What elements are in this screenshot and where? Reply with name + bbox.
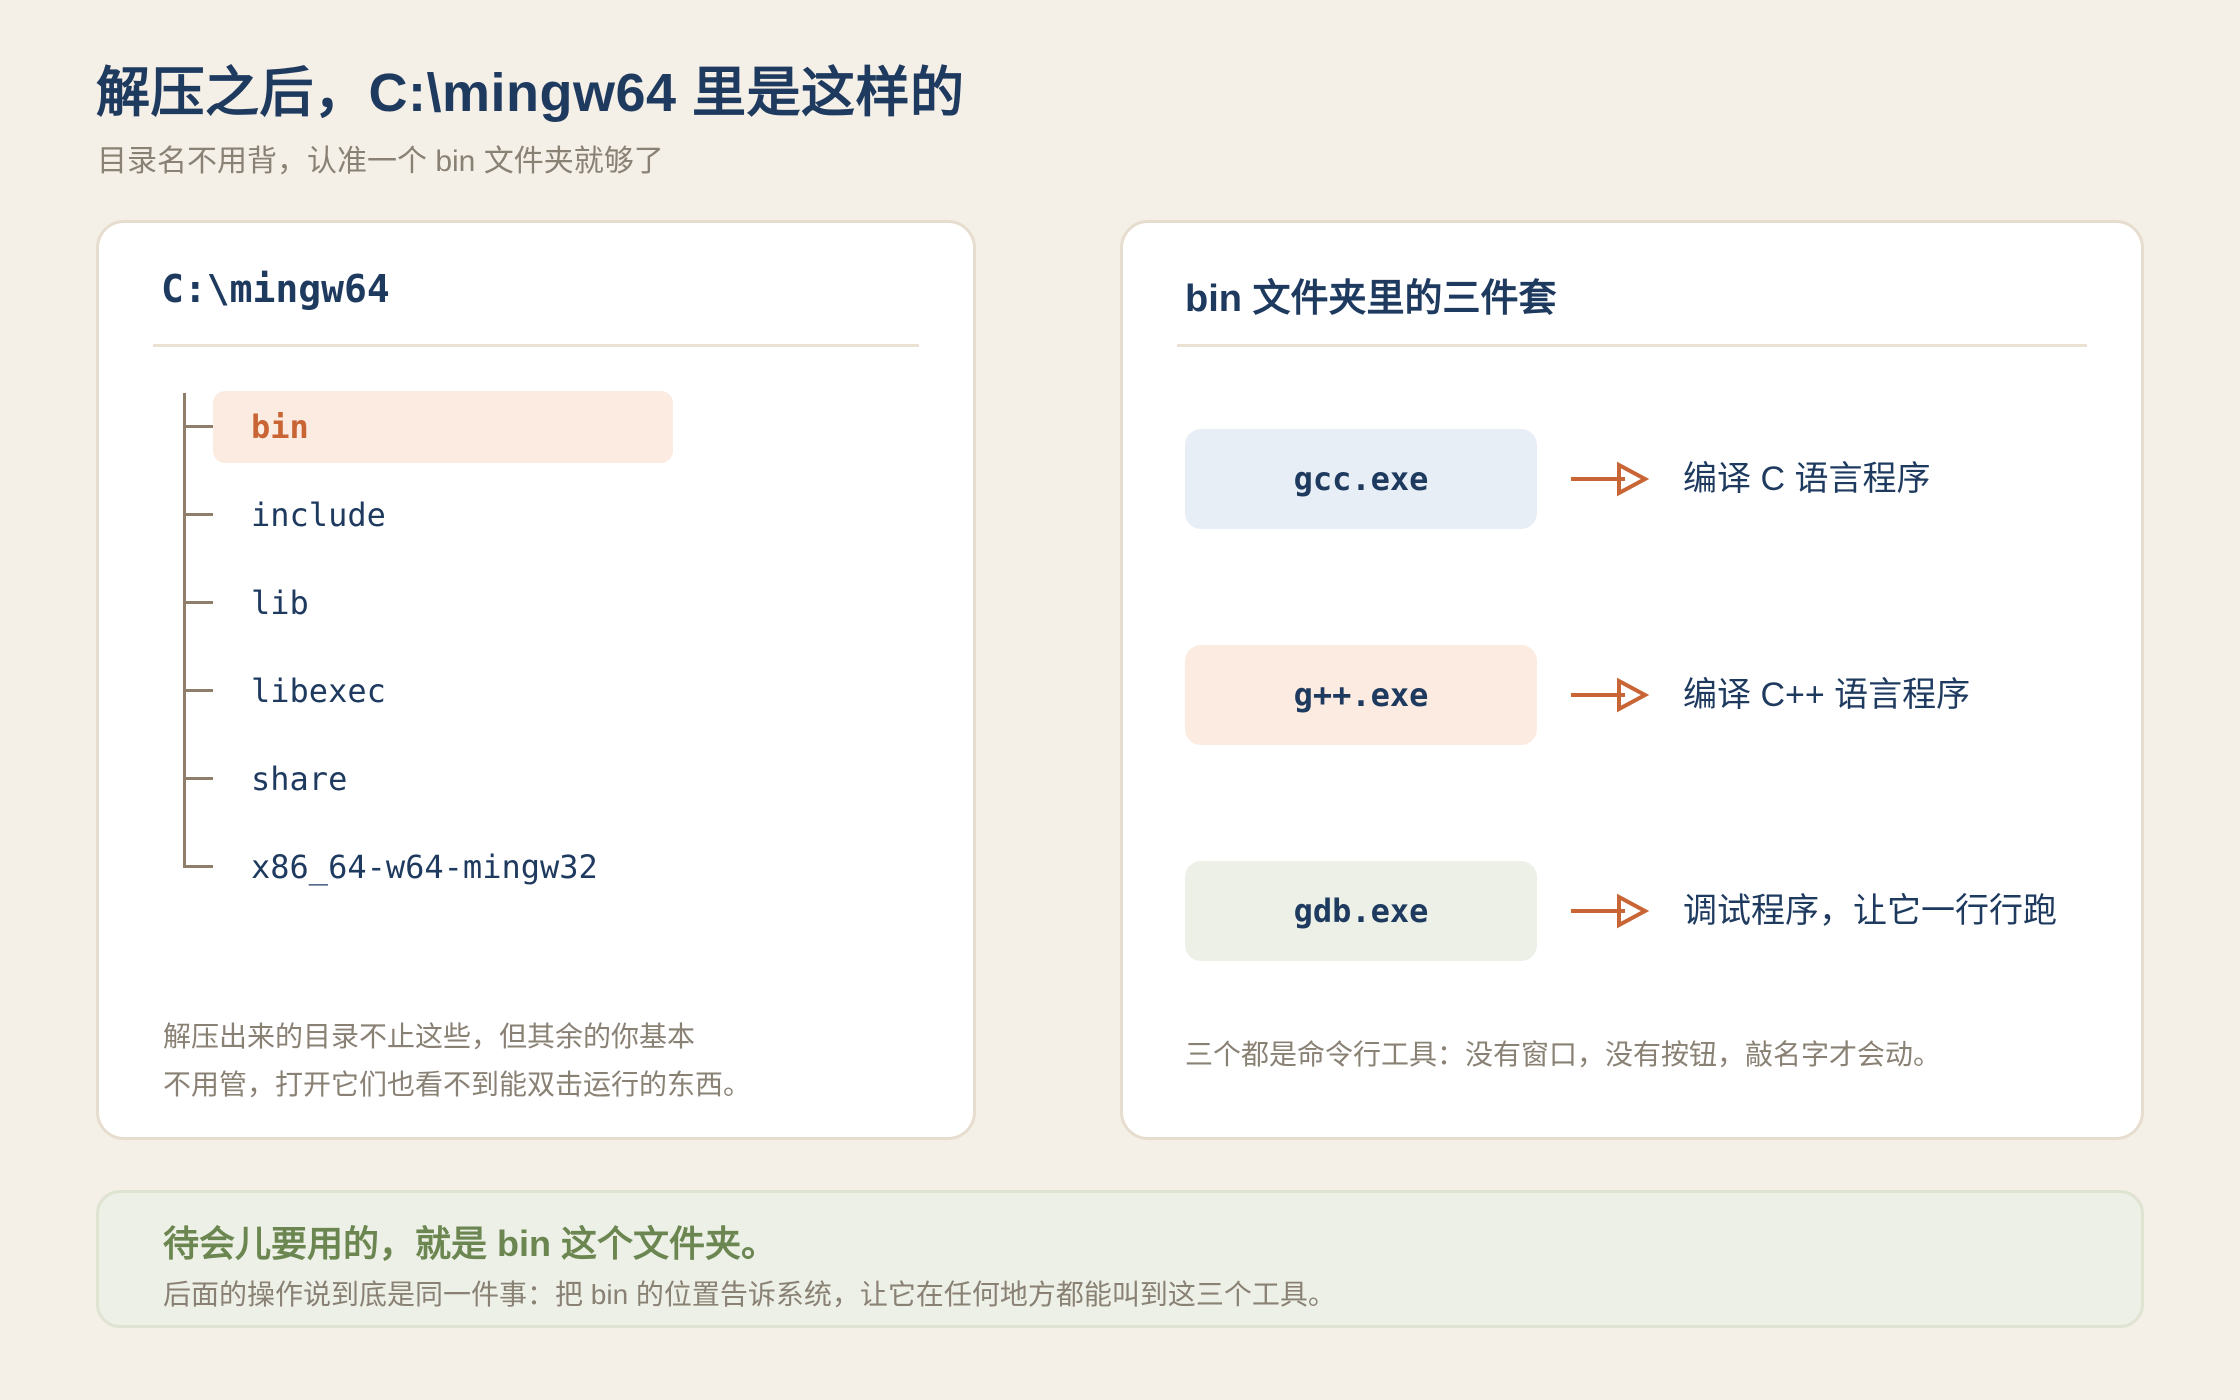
tree-item-lib[interactable]: lib	[183, 567, 683, 639]
note-line: 解压出来的目录不止这些，但其余的你基本	[163, 1021, 696, 1052]
page-title: 解压之后，C:\mingw64 里是这样的	[96, 63, 965, 123]
tree-branch-line	[183, 601, 213, 604]
folder-label: bin	[251, 408, 309, 446]
arrow-right-icon	[1571, 461, 1649, 497]
tool-row-gcc: gcc.exe 编译 C 语言程序	[1185, 429, 2105, 529]
tree-branch-line	[183, 513, 213, 516]
tool-chip: gdb.exe	[1185, 861, 1537, 961]
tree-branch-line	[183, 777, 213, 780]
tree-item-x86-64-w64-mingw32[interactable]: x86_64-w64-mingw32	[183, 831, 683, 903]
tool-row-gdb: gdb.exe 调试程序，让它一行行跑	[1185, 861, 2105, 961]
banner-text: 后面的操作说到底是同一件事：把 bin 的位置告诉系统，让它在任何地方都能叫到这…	[163, 1279, 1336, 1310]
page-subtitle: 目录名不用背，认准一个 bin 文件夹就够了	[97, 145, 664, 178]
tool-description: 编译 C++ 语言程序	[1683, 676, 1971, 714]
folder-label: share	[251, 760, 348, 798]
tree-branch-line	[183, 689, 213, 692]
tool-chip: gcc.exe	[1185, 429, 1537, 529]
folder-tree-card: C:\mingw64 bin include lib libexec share…	[96, 220, 976, 1140]
banner-title: 待会儿要用的，就是 bin 这个文件夹。	[163, 1223, 777, 1264]
tool-description: 编译 C 语言程序	[1683, 460, 1931, 498]
tool-description: 调试程序，让它一行行跑	[1683, 892, 2057, 930]
tool-row-gpp: g++.exe 编译 C++ 语言程序	[1185, 645, 2105, 745]
bin-tools-note: 三个都是命令行工具：没有窗口，没有按钮，敲名字才会动。	[1185, 1039, 1942, 1070]
arrow-right-icon	[1571, 677, 1649, 713]
tree-branch-line	[183, 425, 213, 428]
folder-label: include	[251, 496, 386, 534]
tree-item-include[interactable]: include	[183, 479, 683, 551]
summary-banner: 待会儿要用的，就是 bin 这个文件夹。 后面的操作说到底是同一件事：把 bin…	[96, 1190, 2144, 1328]
tree-item-libexec[interactable]: libexec	[183, 655, 683, 727]
bin-tools-card: bin 文件夹里的三件套 gcc.exe 编译 C 语言程序 g++.exe 编…	[1120, 220, 2144, 1140]
folder-label: x86_64-w64-mingw32	[251, 848, 598, 886]
tree-branch-line	[183, 865, 213, 868]
folder-label: lib	[251, 584, 309, 622]
tool-chip: g++.exe	[1185, 645, 1537, 745]
arrow-right-icon	[1571, 893, 1649, 929]
folder-label: libexec	[251, 672, 386, 710]
note-line: 不用管，打开它们也看不到能双击运行的东西。	[163, 1069, 752, 1100]
folder-tree-title: C:\mingw64	[161, 267, 390, 311]
card-divider	[153, 344, 919, 347]
tree-item-bin[interactable]: bin	[183, 391, 683, 463]
tree-item-share[interactable]: share	[183, 743, 683, 815]
card-divider	[1177, 344, 2087, 347]
bin-tools-title: bin 文件夹里的三件套	[1185, 278, 1557, 320]
folder-tree-note: 解压出来的目录不止这些，但其余的你基本 不用管，打开它们也看不到能双击运行的东西…	[163, 1013, 751, 1109]
